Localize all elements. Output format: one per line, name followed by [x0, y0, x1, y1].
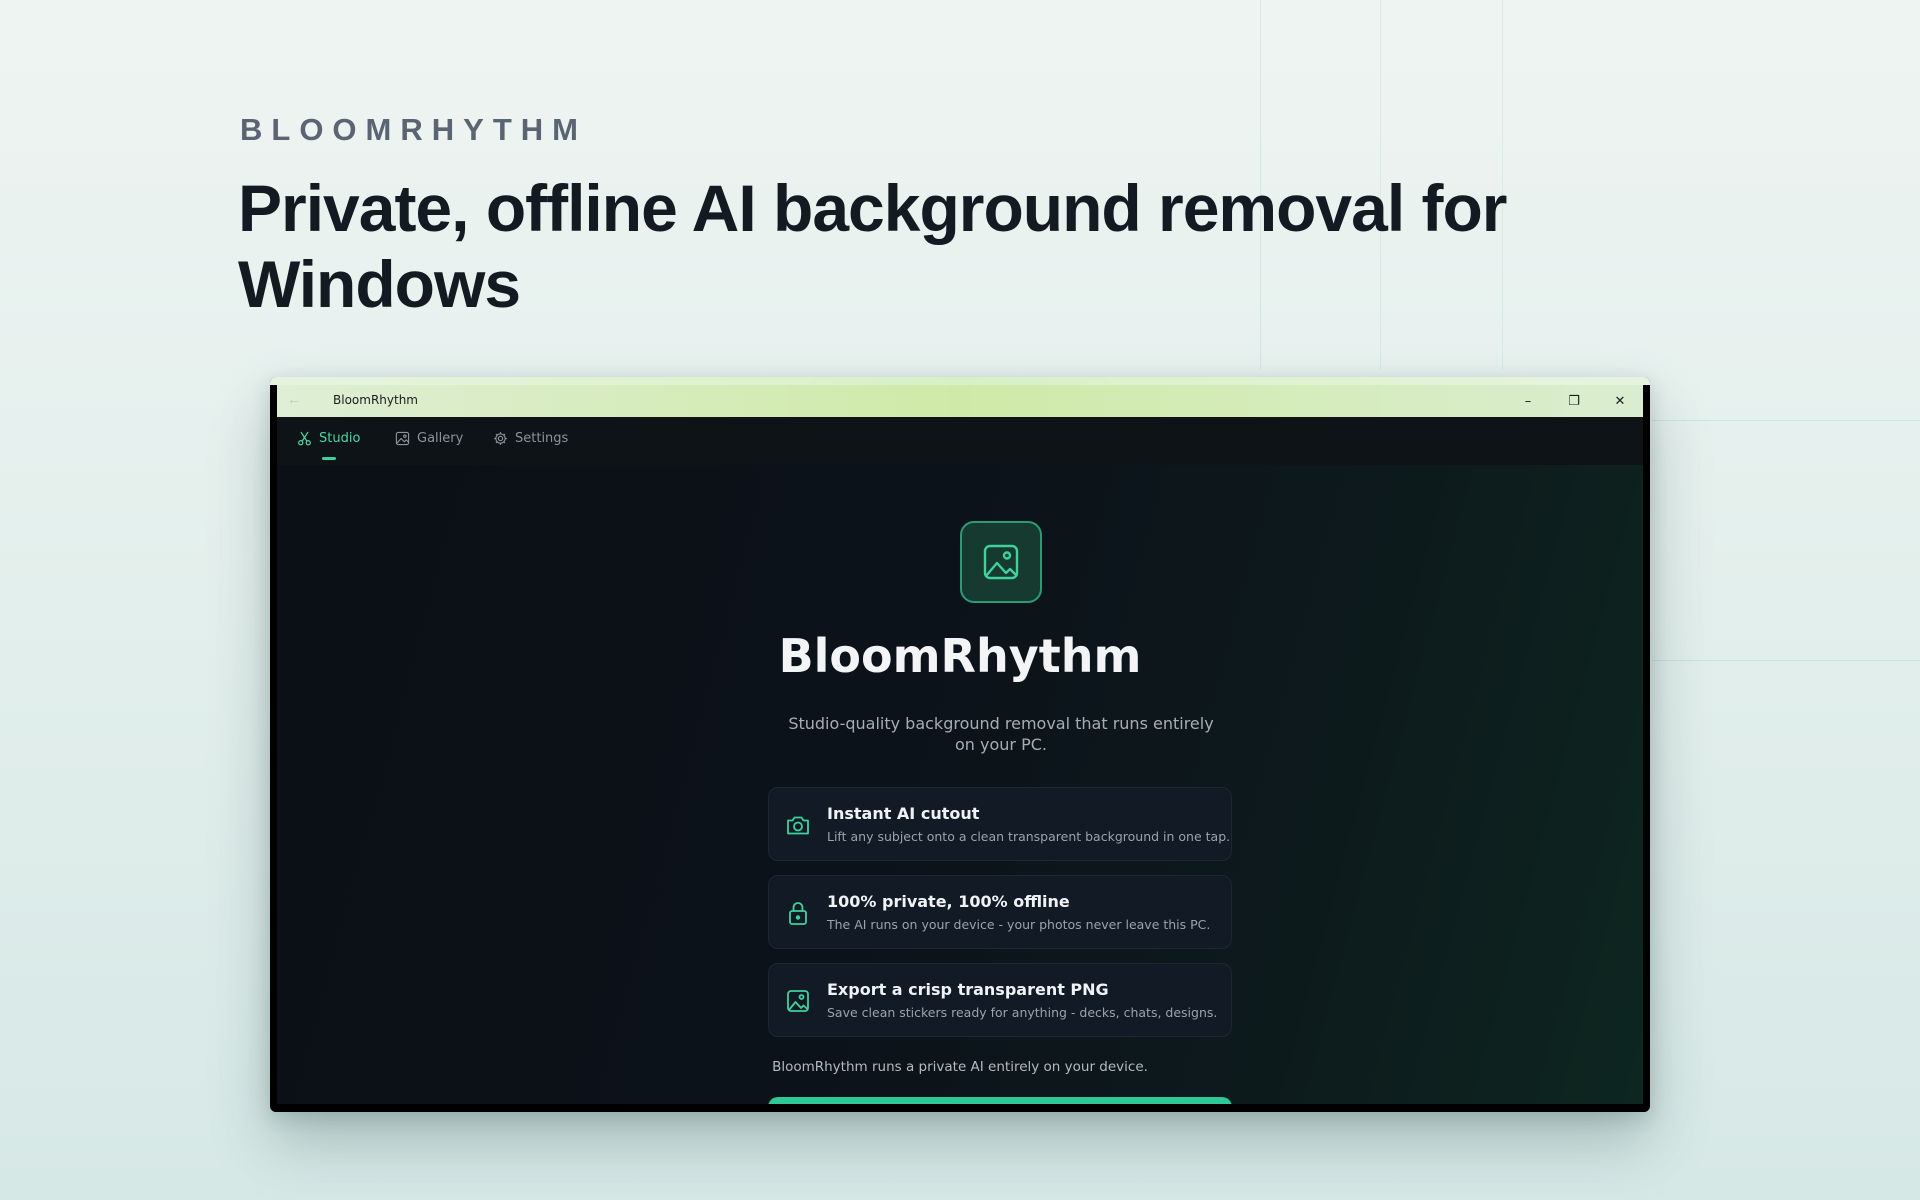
tab-label: Settings — [515, 431, 569, 446]
lock-icon — [785, 900, 811, 926]
tab-gallery[interactable]: Gallery — [395, 431, 463, 446]
brand-eyebrow: BLOOMRHYTHM — [240, 112, 587, 147]
tab-label: Gallery — [417, 431, 464, 446]
image-icon — [395, 431, 410, 446]
tagline: Studio-quality background removal that r… — [788, 714, 1214, 754]
nav-bar: Studio Gallery Settings — [277, 417, 1643, 465]
app-logo — [960, 521, 1042, 603]
app-window: ← BloomRhythm – ❐ ✕ Studio Gallery Setti… — [270, 377, 1650, 1112]
camera-icon — [785, 812, 811, 838]
privacy-footnote: BloomRhythm runs a private AI entirely o… — [772, 1059, 1148, 1075]
feature-card: 100% private, 100% offline The AI runs o… — [768, 875, 1232, 949]
feature-description: Lift any subject onto a clean transparen… — [827, 829, 1231, 844]
gear-icon — [494, 432, 507, 445]
close-button[interactable]: ✕ — [1597, 385, 1643, 417]
scissors-icon — [298, 431, 311, 446]
feature-description: Save clean stickers ready for anything -… — [827, 1005, 1218, 1020]
decorative-line — [1652, 660, 1920, 661]
restore-icon: ❐ — [1568, 393, 1580, 409]
feature-title: 100% private, 100% offline — [827, 892, 1070, 911]
active-tab-indicator — [322, 457, 336, 460]
window-title: BloomRhythm — [333, 393, 418, 407]
back-arrow-icon[interactable]: ← — [287, 391, 301, 407]
studio-content: BloomRhythm Studio-quality background re… — [277, 465, 1643, 1104]
image-icon — [785, 988, 811, 1014]
tab-studio[interactable]: Studio — [297, 431, 360, 446]
feature-title: Export a crisp transparent PNG — [827, 980, 1109, 999]
tab-settings[interactable]: Settings — [493, 431, 568, 446]
close-icon: ✕ — [1614, 393, 1626, 409]
primary-action-button[interactable] — [768, 1097, 1232, 1104]
feature-card: Instant AI cutout Lift any subject onto … — [768, 787, 1232, 861]
image-icon — [983, 544, 1019, 580]
decorative-line — [1652, 420, 1920, 421]
feature-card: Export a crisp transparent PNG Save clea… — [768, 963, 1232, 1037]
title-bar[interactable]: ← BloomRhythm – ❐ ✕ — [277, 385, 1643, 417]
feature-title: Instant AI cutout — [827, 804, 980, 823]
feature-description: The AI runs on your device - your photos… — [827, 917, 1211, 932]
minimize-button[interactable]: – — [1505, 385, 1551, 417]
tab-label: Studio — [319, 431, 361, 446]
app-name-heading: BloomRhythm — [778, 629, 1142, 683]
app-window-inner: ← BloomRhythm – ❐ ✕ Studio Gallery Setti… — [277, 385, 1643, 1104]
minimize-icon: – — [1524, 393, 1532, 409]
page-headline: Private, offline AI background removal f… — [238, 171, 1508, 321]
maximize-button[interactable]: ❐ — [1551, 385, 1597, 417]
